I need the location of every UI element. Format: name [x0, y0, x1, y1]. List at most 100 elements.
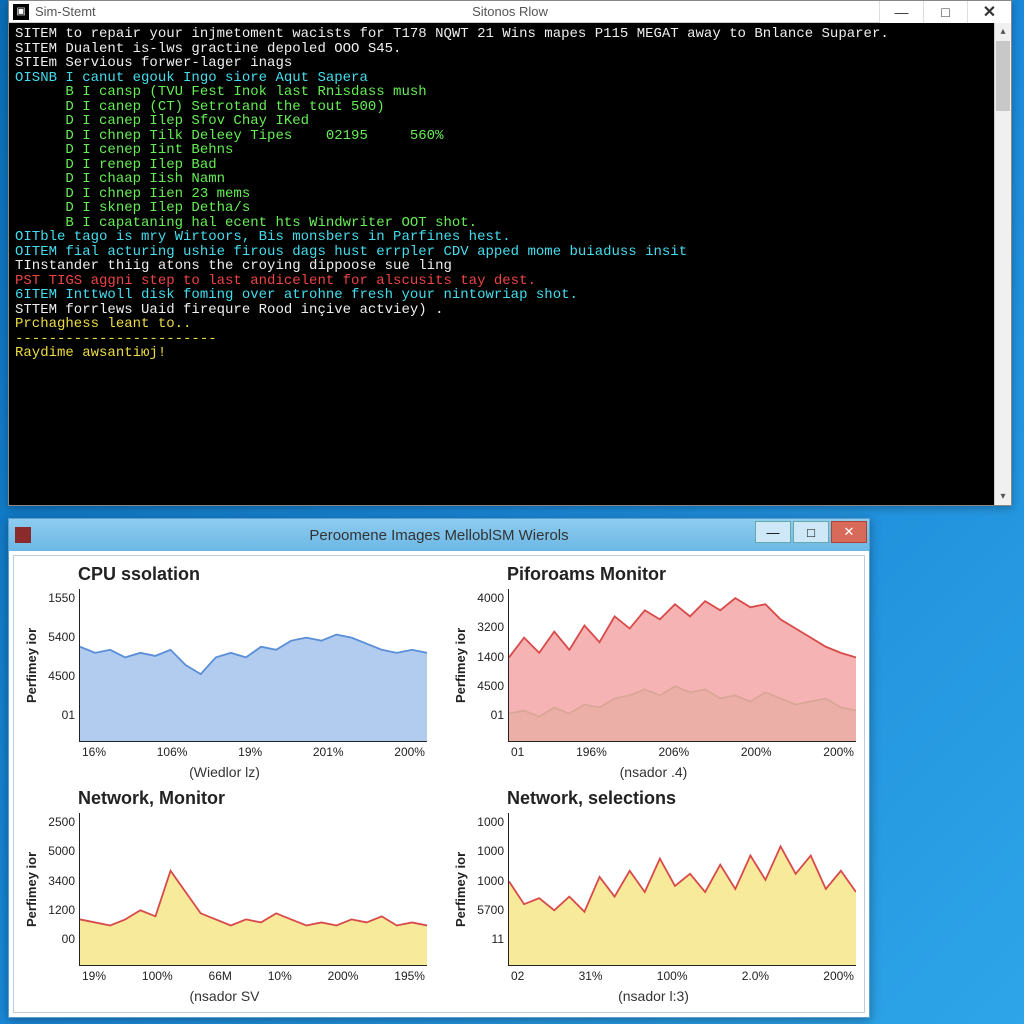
terminal-line: Prchaghess leant to..: [15, 317, 1005, 332]
y-tick: 1200: [43, 903, 75, 917]
chart-plot: 0231%100%2.0%200%: [508, 813, 856, 966]
x-axis-ticks: 01196%206%200%200%: [509, 745, 856, 759]
y-tick: 01: [43, 708, 75, 722]
terminal-line: B I cansp (TVU Fest Inok last Rnisdass m…: [15, 85, 1005, 100]
performance-titlebar[interactable]: Peroomene Images MelloblSM Wierols — □ ✕: [9, 519, 869, 551]
x-tick: 106%: [157, 745, 188, 759]
y-axis-label: Perfimey ior: [22, 813, 41, 966]
terminal-line: 6ITEM Inttwoll disk foming over atrohne …: [15, 288, 1005, 303]
terminal-output[interactable]: SITEM to repair your injmetoment wacists…: [9, 23, 1011, 505]
terminal-line: OITEM fial acturing ushie firous dags hu…: [15, 245, 1005, 260]
x-tick: 200%: [823, 745, 854, 759]
terminal-line: STTEM forrlews Uaid firequre Rood inçive…: [15, 303, 1005, 318]
y-tick: 01: [472, 708, 504, 722]
terminal-line: D I canep Ilep Sfov Chay IKed: [15, 114, 1005, 129]
close-button[interactable]: ✕: [831, 521, 867, 543]
chart-panel: CPU ssolationPerfimey ior155054004500011…: [22, 564, 427, 780]
y-tick: 4500: [43, 669, 75, 683]
x-axis-label: (nsador .4): [451, 764, 856, 780]
y-axis-ticks: 15505400450001: [41, 589, 79, 742]
terminal-line: D I renep Ilep Bad: [15, 158, 1005, 173]
y-axis-ticks: 1000 1000 1000 5700 11: [470, 813, 508, 966]
terminal-app-name: Sim-Stemt: [35, 4, 96, 19]
terminal-line: D I canep (CT) Setrotand the tout 500): [15, 100, 1005, 115]
y-tick: 3400: [43, 874, 75, 888]
scroll-down-arrow-icon[interactable]: ▾: [995, 488, 1011, 505]
y-tick: 1550: [43, 591, 75, 605]
minimize-button[interactable]: —: [879, 1, 923, 23]
y-tick: 5700: [472, 903, 504, 917]
x-tick: 200%: [328, 969, 359, 983]
y-tick: 1400: [472, 650, 504, 664]
y-tick: 4500: [472, 679, 504, 693]
x-tick: 195%: [394, 969, 425, 983]
y-tick: 11: [472, 932, 504, 946]
x-tick: 66M: [209, 969, 232, 983]
chart-grid: CPU ssolationPerfimey ior155054004500011…: [22, 564, 856, 1004]
chart-area: Perfimey ior25005000340012000019%100%66M…: [22, 813, 427, 966]
terminal-window: ▣ Sim-Stemt Sitonos Rlow — □ ✕ SITEM to …: [8, 0, 1012, 506]
x-tick: 200%: [741, 745, 772, 759]
chart-plot: 16%106%19%201%200%: [79, 589, 427, 742]
x-tick: 02: [511, 969, 524, 983]
scroll-thumb[interactable]: [996, 41, 1010, 111]
x-tick: 100%: [657, 969, 688, 983]
x-tick: 100%: [142, 969, 173, 983]
terminal-line: SITEM Dualent is-lws gractine depoled OO…: [15, 42, 1005, 57]
y-axis-label: Perfimey ior: [451, 589, 470, 742]
x-tick: 16%: [82, 745, 106, 759]
chart-panel: Network, MonitorPerfimey ior250050003400…: [22, 788, 427, 1004]
terminal-line: D I chaap Iish Namn: [15, 172, 1005, 187]
minimize-button[interactable]: —: [755, 521, 791, 543]
close-button[interactable]: ✕: [967, 1, 1011, 23]
x-axis-ticks: 16%106%19%201%200%: [80, 745, 427, 759]
performance-window-controls: — □ ✕: [755, 521, 867, 543]
maximize-button[interactable]: □: [793, 521, 829, 543]
y-axis-label: Perfimey ior: [22, 589, 41, 742]
scroll-track[interactable]: [995, 112, 1011, 488]
terminal-line: B I capataning hal ecent hts Windwriter …: [15, 216, 1005, 231]
y-tick: 00: [43, 932, 75, 946]
maximize-button[interactable]: □: [923, 1, 967, 23]
performance-app-icon: [15, 527, 31, 543]
x-tick: 206%: [658, 745, 689, 759]
terminal-line: D I chnep Tilk Deleey Tipes 02195 560%: [15, 129, 1005, 144]
terminal-line: PST TIGS aggni step to last andicelent f…: [15, 274, 1005, 289]
y-tick: 5000: [43, 844, 75, 858]
x-axis-label: (nsador l:3): [451, 988, 856, 1004]
chart-panel: Piforoams Monitor Perfimey ior4000 3200 140…: [451, 564, 856, 780]
y-axis-ticks: 250050003400120000: [41, 813, 79, 966]
terminal-line: OISNB I canut egouk Ingo siore Aqut Sape…: [15, 71, 1005, 86]
terminal-titlebar[interactable]: ▣ Sim-Stemt Sitonos Rlow — □ ✕: [9, 1, 1011, 23]
y-tick: 1000: [472, 844, 504, 858]
scroll-up-arrow-icon[interactable]: ▴: [995, 23, 1011, 40]
chart-area: Perfimey ior1000100010005700110231%100%2…: [451, 813, 856, 966]
y-tick: 4000: [472, 591, 504, 605]
x-axis-ticks: 0231%100%2.0%200%: [509, 969, 856, 983]
chart-title: Network, Monitor: [78, 788, 427, 809]
terminal-line: D I chnep Iien 23 mems: [15, 187, 1005, 202]
chart-title: Piforoams Monitor: [507, 564, 856, 585]
terminal-line: SITEM to repair your injmetoment wacists…: [15, 27, 1005, 42]
y-tick: 1000: [472, 874, 504, 888]
performance-title: Peroomene Images MelloblSM Wierols: [309, 527, 568, 544]
y-axis-ticks: 4000 3200 1400 4500 01: [470, 589, 508, 742]
chart-plot: 01196%206%200%200%: [508, 589, 856, 742]
terminal-app-icon: ▣: [13, 4, 29, 20]
x-tick: 19%: [238, 745, 262, 759]
x-axis-label: (Wiedlor lz): [22, 764, 427, 780]
chart-panel: Network, selectionsPerfimey ior100010001…: [451, 788, 856, 1004]
chart-title: CPU ssolation: [78, 564, 427, 585]
terminal-line: Raydime awsantiюj!: [15, 346, 1005, 361]
terminal-window-controls: — □ ✕: [879, 1, 1011, 23]
chart-plot: 19%100%66M10%200%195%: [79, 813, 427, 966]
performance-window: Peroomene Images MelloblSM Wierols — □ ✕…: [8, 518, 870, 1018]
x-tick: 200%: [394, 745, 425, 759]
terminal-title: Sitonos Rlow: [472, 4, 548, 19]
chart-area: Perfimey ior1550540045000116%106%19%201%…: [22, 589, 427, 742]
terminal-line: TInstander thiig atons the croying dippo…: [15, 259, 1005, 274]
y-tick: 3200: [472, 620, 504, 634]
terminal-scrollbar[interactable]: ▴ ▾: [994, 23, 1011, 505]
y-tick: 1000: [472, 815, 504, 829]
x-tick: 196%: [576, 745, 607, 759]
